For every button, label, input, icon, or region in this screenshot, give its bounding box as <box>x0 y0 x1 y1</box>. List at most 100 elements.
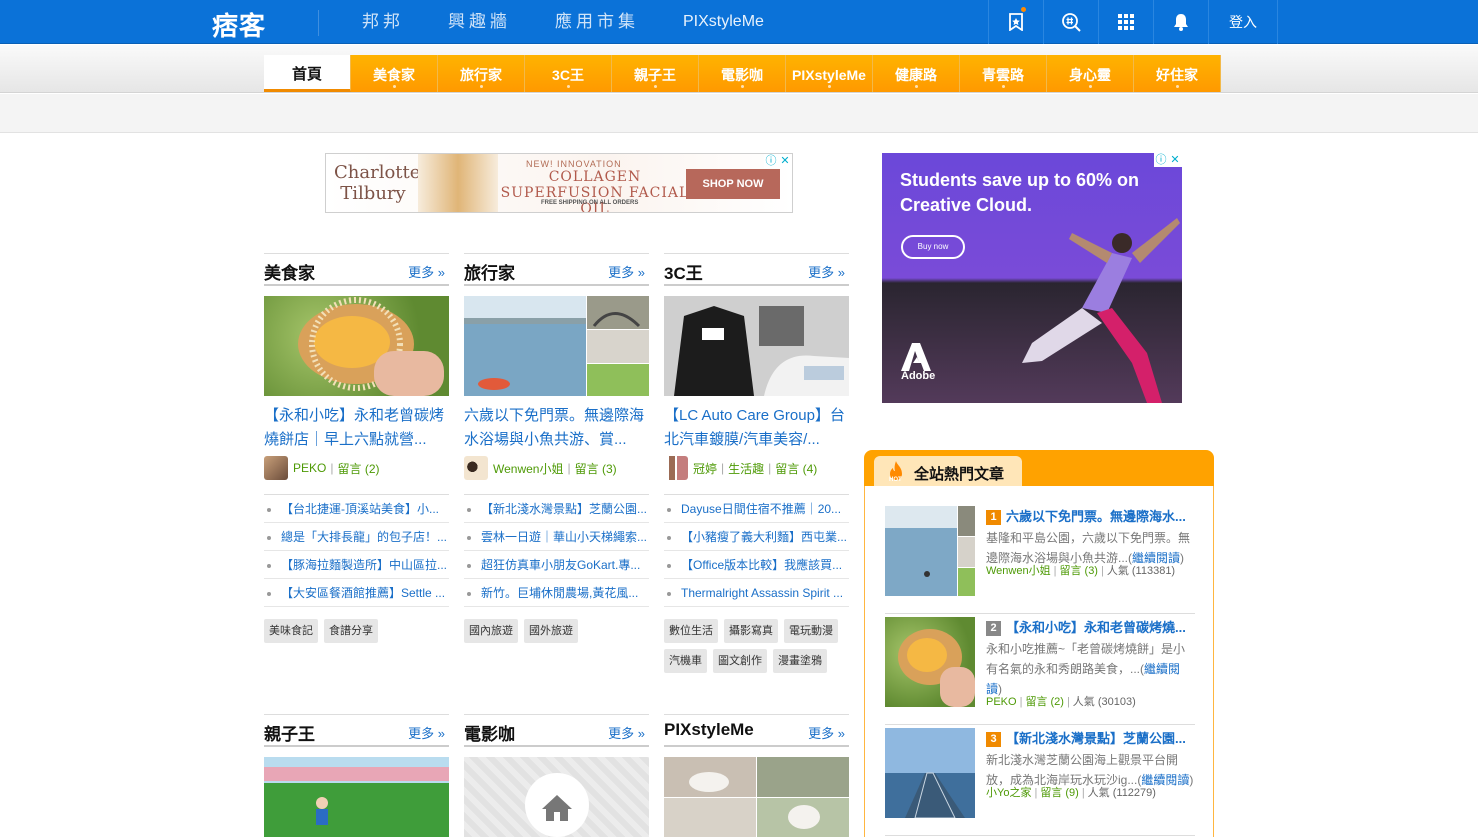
ad-choices[interactable]: ⓘ ✕ <box>1154 153 1182 167</box>
tab-label: 青雲路 <box>982 67 1024 83</box>
category-tabs: 首頁 美食家 旅行家 3C王 親子王 電影咖 PIXstyleMe 健康路 青雲… <box>264 55 1221 92</box>
article-title[interactable]: 【永和小吃】永和老曾碳烤燒餅店｜早上六點就營... <box>264 404 449 452</box>
author-link[interactable]: Wenwen小姐 <box>493 460 563 477</box>
list-item[interactable]: 超狂仿真車小朋友GoKart.專... <box>464 551 649 579</box>
list-item[interactable]: 新竹。巨埔休閒農場,黃花風... <box>464 579 649 607</box>
avatar[interactable] <box>664 456 688 480</box>
tab-home[interactable]: 首頁 <box>264 55 351 92</box>
article-thumbnail[interactable] <box>885 506 975 596</box>
list-item[interactable]: 【台北捷運-頂溪站美食】小... <box>264 495 449 523</box>
tab-career[interactable]: 青雲路 <box>960 55 1047 92</box>
site-logo[interactable]: 痞客邦 <box>212 6 292 79</box>
login-button[interactable]: 登入 <box>1208 0 1278 44</box>
article-thumbnail[interactable] <box>664 296 849 396</box>
hot-article-title[interactable]: 【永和小吃】永和老曾碳烤燒... <box>1006 617 1196 639</box>
tab-label: 旅行家 <box>460 67 502 83</box>
tab-parenting[interactable]: 親子王 <box>612 55 699 92</box>
rank-badge: 3 <box>986 732 1001 747</box>
tag[interactable]: 食譜分享 <box>324 619 378 643</box>
list-item[interactable]: 【新北淺水灣景點】芝蘭公園... <box>464 495 649 523</box>
more-link[interactable]: 更多 » <box>808 262 845 281</box>
article-thumbnail[interactable] <box>264 757 449 837</box>
comments-link[interactable]: 留言 (2) <box>337 460 379 477</box>
article-thumbnail[interactable] <box>885 728 975 818</box>
comments-link[interactable]: 留言 (9) <box>1040 787 1079 799</box>
side-ad[interactable]: Students save up to 60% on Creative Clou… <box>882 153 1182 403</box>
bookmark-icon[interactable] <box>988 0 1043 44</box>
more-link[interactable]: 更多 » <box>408 262 445 281</box>
tag[interactable]: 汽機車 <box>664 649 707 673</box>
more-link[interactable]: 更多 » <box>608 723 645 742</box>
list-item[interactable]: 總是「大排長龍」的包子店！... <box>264 523 449 551</box>
nav-link-pixstyleme[interactable]: PIXstyleMe <box>683 0 764 44</box>
comments-link[interactable]: 留言 (3) <box>1059 565 1098 577</box>
tag[interactable]: 國外旅遊 <box>524 619 578 643</box>
article-thumbnail[interactable] <box>885 617 975 707</box>
list-item[interactable]: 【大安區餐酒館推薦】Settle ... <box>264 579 449 607</box>
tag[interactable]: 圖文創作 <box>713 649 767 673</box>
list-item[interactable]: 【小豬瘦了義大利麵】西屯業... <box>664 523 849 551</box>
apps-grid-icon[interactable] <box>1098 0 1153 44</box>
author-link[interactable]: 小Yo之家 <box>986 787 1031 799</box>
hot-article-title[interactable]: 【新北淺水灣景點】芝蘭公園... <box>1006 728 1196 750</box>
section-title: 美食家 <box>264 264 315 283</box>
tab-3c[interactable]: 3C王 <box>525 55 612 92</box>
section-title: 旅行家 <box>464 264 515 283</box>
author-link[interactable]: PEKO <box>986 696 1017 708</box>
bell-icon[interactable] <box>1153 0 1208 44</box>
info-icon[interactable]: ⓘ <box>764 154 778 168</box>
article-title[interactable]: 【LC Auto Care Group】台北汽車鍍膜/汽車美容/... <box>664 404 849 452</box>
comments-link[interactable]: 留言 (4) <box>775 460 817 477</box>
tab-health[interactable]: 健康路 <box>873 55 960 92</box>
author-link[interactable]: PEKO <box>293 461 326 475</box>
tab-travel[interactable]: 旅行家 <box>438 55 525 92</box>
article-thumbnail[interactable] <box>464 757 649 837</box>
nav-link-bangbang[interactable]: 邦邦 <box>362 0 404 44</box>
comments-link[interactable]: 留言 (2) <box>1025 696 1064 708</box>
tab-movie[interactable]: 電影咖 <box>699 55 786 92</box>
list-item[interactable]: 雲林一日遊｜華山小天梯繩索... <box>464 523 649 551</box>
ad-buy-now-button[interactable]: Buy now <box>901 235 965 259</box>
avatar[interactable] <box>264 456 288 480</box>
tag[interactable]: 電玩動漫 <box>784 619 838 643</box>
info-icon[interactable]: ⓘ <box>1154 153 1168 167</box>
nav-link-app-market[interactable]: 應用市集 <box>555 0 639 44</box>
search-hash-icon[interactable] <box>1043 0 1098 44</box>
category-link[interactable]: 生活趣 <box>728 460 764 477</box>
list-item[interactable]: 【豚海拉麵製造所】中山區拉... <box>264 551 449 579</box>
list-item[interactable]: 【Office版本比較】我應該買... <box>664 551 849 579</box>
close-icon[interactable]: ✕ <box>1168 153 1182 167</box>
tab-home-living[interactable]: 好住家 <box>1134 55 1221 92</box>
ad-shop-now-button[interactable]: SHOP NOW <box>686 169 780 199</box>
hot-articles-list: 1 六歲以下免門票。無邊際海水... 基隆和平島公園，六歲以下免門票。無邊際海水… <box>864 486 1214 837</box>
tag-list: 美味食記 食譜分享 <box>264 619 449 649</box>
article-title[interactable]: 六歲以下免門票。無邊際海水浴場與小魚共游、賞... <box>464 404 649 452</box>
popularity-count: 人氣 (30103) <box>1072 696 1136 708</box>
banner-ad[interactable]: Charlotte Tilbury NEW! INNOVATION COLLAG… <box>325 153 793 213</box>
tag[interactable]: 美味食記 <box>264 619 318 643</box>
tag[interactable]: 國內旅遊 <box>464 619 518 643</box>
hot-article-item: 2 【永和小吃】永和老曾碳烤燒... 永和小吃推薦~「老曾碳烤燒餅」是小有名氣的… <box>885 613 1195 725</box>
more-link[interactable]: 更多 » <box>408 723 445 742</box>
author-link[interactable]: Wenwen小姐 <box>986 565 1051 577</box>
article-thumbnail[interactable] <box>664 757 849 837</box>
list-item[interactable]: Thermalright Assassin Spirit ... <box>664 579 849 607</box>
more-link[interactable]: 更多 » <box>608 262 645 281</box>
tag[interactable]: 攝影寫真 <box>724 619 778 643</box>
author-link[interactable]: 冠婷 <box>693 460 717 477</box>
avatar[interactable] <box>464 456 488 480</box>
list-item[interactable]: Dayuse日間住宿不推薦｜20... <box>664 495 849 523</box>
tag[interactable]: 漫畫塗鴉 <box>773 649 827 673</box>
ad-choices[interactable]: ⓘ ✕ <box>764 154 792 168</box>
tab-food[interactable]: 美食家 <box>351 55 438 92</box>
article-thumbnail[interactable] <box>264 296 449 396</box>
article-thumbnail[interactable] <box>464 296 649 396</box>
more-link[interactable]: 更多 » <box>808 723 845 742</box>
hot-article-title[interactable]: 六歲以下免門票。無邊際海水... <box>1006 506 1196 528</box>
tag[interactable]: 數位生活 <box>664 619 718 643</box>
tab-pixstyleme[interactable]: PIXstyleMe <box>786 55 873 92</box>
close-icon[interactable]: ✕ <box>778 154 792 168</box>
tab-mind-body[interactable]: 身心靈 <box>1047 55 1134 92</box>
comments-link[interactable]: 留言 (3) <box>575 460 617 477</box>
nav-link-interest-wall[interactable]: 興趣牆 <box>448 0 511 44</box>
